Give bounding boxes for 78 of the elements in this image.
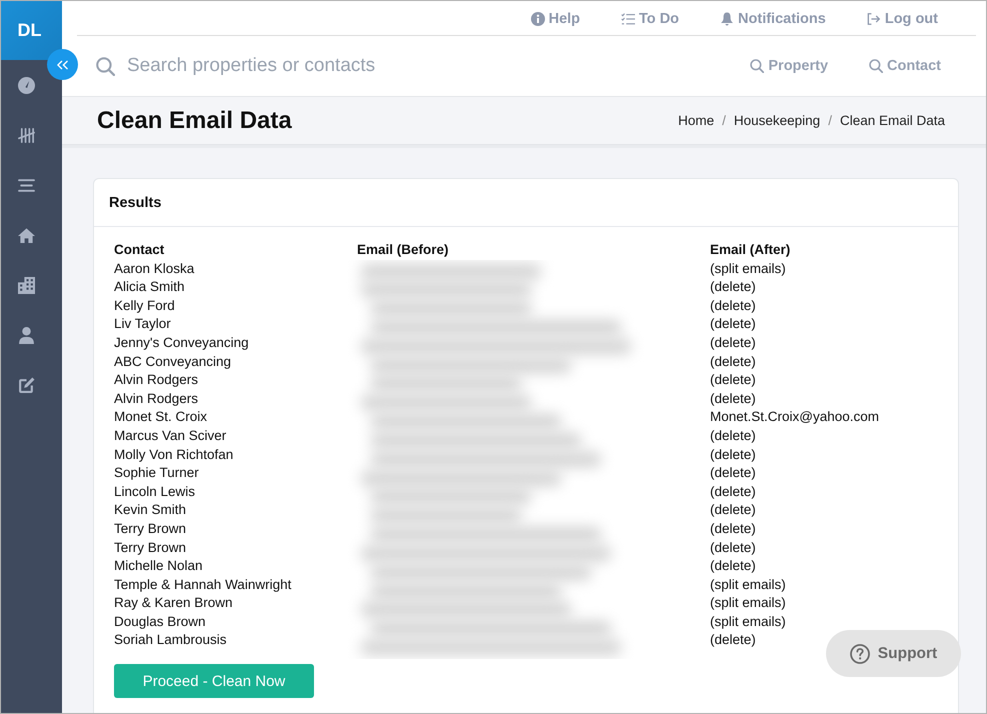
breadcrumb-separator: /	[828, 113, 832, 128]
table-cell-text: (delete)	[710, 426, 756, 445]
table-cell-text: Kelly Ford	[114, 296, 175, 315]
search-scope-link[interactable]: Property	[750, 58, 828, 74]
support-button[interactable]: Support	[826, 630, 961, 677]
column-header: Email (After)	[710, 241, 790, 259]
table-cell-text: (delete)	[710, 520, 756, 538]
bell-icon	[720, 12, 734, 26]
card-title: Results	[109, 194, 162, 210]
logo[interactable]: DL	[1, 1, 62, 60]
table-cell-text: (delete)	[710, 296, 756, 315]
column-header: Email (Before)	[357, 241, 449, 259]
table-cell-text: (delete)	[710, 446, 756, 464]
table-cell-text: (delete)	[710, 371, 756, 390]
table-cell-text: (delete)	[710, 631, 756, 650]
table-cell-text: (split emails)	[710, 576, 786, 594]
breadcrumb-separator: /	[722, 113, 726, 128]
edit-icon[interactable]	[18, 377, 35, 394]
table-cell-text: (delete)	[710, 464, 756, 482]
table-cell-text: Monet St. Croix	[114, 408, 208, 426]
table-cell-text: (delete)	[710, 334, 756, 352]
table-cell-text: (delete)	[710, 482, 756, 501]
table-cell-text: Alvin Rodgers	[114, 371, 198, 390]
table-cell-text: Marcus Van Sciver	[114, 426, 226, 445]
table-cell-text: (split emails)	[710, 260, 786, 278]
table-cell-text: Sophie Turner	[114, 464, 199, 482]
table-cell-text: Douglas Brown	[114, 612, 206, 631]
table-cell-text: Kevin Smith	[114, 501, 186, 520]
tally-icon[interactable]	[18, 127, 35, 144]
top-link[interactable]: Log out	[866, 10, 938, 26]
breadcrumb-link[interactable]: Home	[678, 113, 714, 128]
question-circle-icon	[850, 644, 870, 664]
table-cell-text: (delete)	[710, 352, 756, 371]
breadcrumb-link[interactable]: Housekeeping	[734, 113, 820, 128]
top-link[interactable]: Notifications	[720, 10, 826, 26]
proceed-button[interactable]: Proceed - Clean Now	[114, 664, 314, 698]
table-cell-text: (delete)	[710, 390, 756, 408]
sign-out-icon	[866, 12, 881, 26]
double-chevron-left-icon	[57, 60, 68, 70]
table-cell-text: Terry Brown	[114, 520, 186, 538]
search-field[interactable]: Search properties or contacts	[127, 55, 397, 77]
info-icon	[530, 12, 545, 26]
table-cell-text: (delete)	[710, 315, 756, 334]
table-cell-text: Alicia Smith	[114, 278, 185, 296]
user-icon[interactable]	[18, 327, 35, 344]
table-cell-text: (delete)	[710, 501, 756, 520]
table-cell-text: (delete)	[710, 557, 756, 576]
column-header: Contact	[114, 241, 164, 259]
search-scope-link[interactable]: Contact	[869, 58, 941, 74]
table-cell-text: Jenny's Conveyancing	[114, 334, 249, 352]
table-cell-text: Molly Von Richtofan	[114, 446, 234, 464]
table-cell-text: Liv Taylor	[114, 315, 171, 334]
search-icon	[869, 59, 884, 73]
text-align-icon[interactable]	[18, 177, 35, 194]
table-cell-text: (delete)	[710, 538, 756, 557]
table-cell-text: Aaron Kloska	[114, 260, 194, 278]
page-title: Clean Email Data	[97, 106, 292, 134]
table-cell-text: Terry Brown	[114, 538, 186, 557]
gauge-icon[interactable]	[18, 77, 35, 94]
table-cell-text: Soriah Lambrousis	[114, 631, 227, 650]
table-cell-text: Lincoln Lewis	[114, 482, 196, 501]
home-icon[interactable]	[18, 227, 35, 244]
table-cell-text: (split emails)	[710, 594, 786, 612]
table-cell-text: ABC Conveyancing	[114, 352, 232, 371]
table-cell-text: Temple & Hannah Wainwright	[114, 576, 292, 594]
table-cell-text: Alvin Rodgers	[114, 390, 198, 408]
table-cell-text: (delete)	[710, 278, 756, 296]
table-cell-text: Ray & Karen Brown	[114, 594, 233, 612]
building-icon[interactable]	[18, 277, 35, 294]
top-link[interactable]: Help	[530, 10, 580, 26]
table-cell-text: Monet.St.Croix@yahoo.com	[710, 408, 880, 426]
table-cell-text: Michelle Nolan	[114, 557, 203, 576]
table-cell-text: (split emails)	[710, 612, 786, 631]
search-icon	[96, 56, 115, 76]
top-link[interactable]: To Do	[621, 10, 680, 26]
search-icon	[750, 59, 764, 73]
breadcrumb-link[interactable]: Clean Email Data	[840, 113, 945, 128]
checklist-icon	[621, 12, 636, 26]
